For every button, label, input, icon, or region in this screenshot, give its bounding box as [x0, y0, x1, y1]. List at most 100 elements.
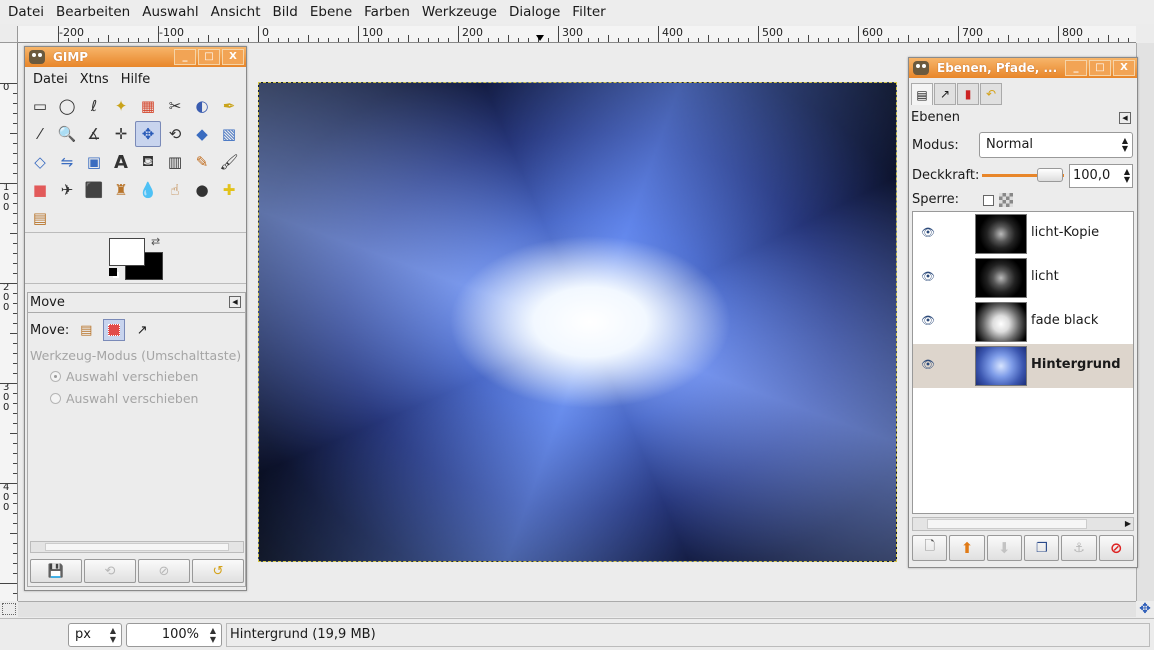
toolbox-menu-hilfe[interactable]: Hilfe: [115, 72, 157, 87]
zoom-icon[interactable]: 🔍: [54, 121, 80, 147]
default-colors-icon[interactable]: [109, 268, 117, 276]
heal-icon[interactable]: ✚: [216, 177, 242, 203]
quickmask-icon[interactable]: [2, 603, 16, 615]
menu-farben[interactable]: Farben: [358, 4, 416, 20]
horizontal-scrollbar[interactable]: [18, 601, 1136, 617]
tab-undo-icon[interactable]: ↶: [980, 83, 1002, 105]
toolbox-titlebar[interactable]: GIMP _ □ X: [25, 47, 246, 67]
measure-icon[interactable]: ∡: [81, 121, 107, 147]
eraser-icon[interactable]: ■: [27, 177, 53, 203]
radio-dot[interactable]: [50, 371, 61, 382]
shear-icon[interactable]: ▧: [216, 121, 242, 147]
perspective-icon[interactable]: ◇: [27, 149, 53, 175]
menu-dialoge[interactable]: Dialoge: [503, 4, 566, 20]
rotate-icon[interactable]: ⟲: [162, 121, 188, 147]
layer-row[interactable]: 👁 licht: [913, 256, 1133, 300]
panel-menu-icon[interactable]: ◀: [229, 296, 241, 308]
maximize-button[interactable]: □: [1089, 60, 1111, 76]
menu-ebene[interactable]: Ebene: [304, 4, 358, 20]
foreground-color[interactable]: [109, 238, 145, 266]
clone-icon[interactable]: ♜: [108, 177, 134, 203]
blur-icon[interactable]: 💧: [135, 177, 161, 203]
rect-select-icon[interactable]: ▭: [27, 93, 53, 119]
navigate-icon[interactable]: ✥: [1138, 602, 1152, 616]
maximize-button[interactable]: □: [198, 49, 220, 65]
move-selection-button[interactable]: [103, 319, 126, 341]
panel-menu-icon[interactable]: ◀: [1119, 112, 1131, 124]
image-canvas[interactable]: [258, 82, 897, 562]
layers-titlebar[interactable]: Ebenen, Pfade, ... _ □ X: [909, 58, 1137, 78]
move-layer-icon[interactable]: ▤: [75, 319, 97, 341]
scroll-right-icon[interactable]: ▶: [1125, 519, 1131, 528]
perspective-clone-icon[interactable]: ▤: [27, 205, 53, 231]
lower-layer-icon[interactable]: ⬇: [986, 535, 1022, 561]
color-select-icon[interactable]: ▦: [135, 93, 161, 119]
cage-icon[interactable]: ▣: [81, 149, 107, 175]
swap-colors-icon[interactable]: ⇄: [151, 235, 160, 248]
radio-option-1[interactable]: Auswahl verschieben: [50, 369, 198, 384]
text-icon[interactable]: A: [108, 149, 134, 175]
fuzzy-select-icon[interactable]: ✦: [108, 93, 134, 119]
menu-ansicht[interactable]: Ansicht: [205, 4, 267, 20]
ink-icon[interactable]: ⬛: [81, 177, 107, 203]
new-layer-icon[interactable]: 🗋: [912, 535, 948, 561]
radio-option-2[interactable]: Auswahl verschieben: [50, 391, 198, 406]
radio-dot[interactable]: [50, 393, 61, 404]
layer-row-selected[interactable]: 👁 Hintergrund: [913, 344, 1133, 388]
tab-layers-icon[interactable]: ▤: [911, 83, 933, 105]
unit-select[interactable]: px ▲ ▼: [68, 623, 122, 647]
menu-bearbeiten[interactable]: Bearbeiten: [50, 4, 136, 20]
crop-icon[interactable]: ✛: [108, 121, 134, 147]
color-picker-icon[interactable]: ⁄: [27, 121, 53, 147]
delete-options-icon[interactable]: ⊘: [138, 559, 190, 583]
smudge-icon[interactable]: ☝: [162, 177, 188, 203]
pencil-icon[interactable]: ✎: [189, 149, 215, 175]
eye-icon[interactable]: 👁: [921, 271, 935, 282]
move-icon[interactable]: ✥: [135, 121, 161, 147]
layer-row[interactable]: 👁 fade black: [913, 300, 1133, 344]
layers-scrollbar[interactable]: ▶: [912, 517, 1134, 531]
restore-options-icon[interactable]: ⟲: [84, 559, 136, 583]
lock-checkbox[interactable]: [983, 195, 994, 206]
dodge-burn-icon[interactable]: ●: [189, 177, 215, 203]
opacity-field[interactable]: 100,0 ▲ ▼: [1069, 164, 1133, 188]
toolbox-menu-datei[interactable]: Datei: [27, 72, 74, 87]
tool-options-scrollbar[interactable]: [30, 541, 244, 553]
ellipse-select-icon[interactable]: ◯: [54, 93, 80, 119]
horizontal-ruler[interactable]: -200 -100 0 100 200 300 400 500 600 700 …: [18, 26, 1136, 43]
raise-layer-icon[interactable]: ⬆: [949, 535, 985, 561]
flip-icon[interactable]: ⇋: [54, 149, 80, 175]
free-select-icon[interactable]: ℓ: [81, 93, 107, 119]
menu-filter[interactable]: Filter: [566, 4, 611, 20]
anchor-layer-icon[interactable]: ⚓: [1061, 535, 1097, 561]
vertical-ruler[interactable]: 0 1 0 0 2 0 0 3 0 0 4 0 0: [0, 43, 18, 601]
menu-werkzeuge[interactable]: Werkzeuge: [416, 4, 503, 20]
minimize-button[interactable]: _: [1065, 60, 1087, 76]
foreground-select-icon[interactable]: ◐: [189, 93, 215, 119]
scissors-icon[interactable]: ✂: [162, 93, 188, 119]
toolbox-menu-xtns[interactable]: Xtns: [74, 72, 115, 87]
paintbrush-icon[interactable]: 🖌: [216, 149, 242, 175]
menu-auswahl[interactable]: Auswahl: [136, 4, 204, 20]
zoom-select[interactable]: 100% ▲ ▼: [126, 623, 222, 647]
eye-icon[interactable]: 👁: [921, 315, 935, 326]
eye-icon[interactable]: 👁: [921, 359, 935, 370]
vertical-scrollbar[interactable]: [1136, 43, 1154, 601]
bucket-fill-icon[interactable]: ⛾: [135, 149, 161, 175]
mode-select[interactable]: Normal ▲ ▼: [979, 132, 1133, 158]
blend-icon[interactable]: ▥: [162, 149, 188, 175]
delete-layer-icon[interactable]: ⊘: [1098, 535, 1134, 561]
airbrush-icon[interactable]: ✈: [54, 177, 80, 203]
move-path-icon[interactable]: ↗: [131, 319, 153, 341]
paths-icon[interactable]: ✒: [216, 93, 242, 119]
eye-icon[interactable]: 👁: [921, 227, 935, 238]
reset-options-icon[interactable]: ↺: [192, 559, 244, 583]
ruler-corner[interactable]: [0, 26, 18, 43]
close-button[interactable]: X: [1113, 60, 1135, 76]
menu-datei[interactable]: Datei: [2, 4, 50, 20]
close-button[interactable]: X: [222, 49, 244, 65]
minimize-button[interactable]: _: [174, 49, 196, 65]
save-options-icon[interactable]: 💾: [30, 559, 82, 583]
layer-row[interactable]: 👁 licht-Kopie: [913, 212, 1133, 256]
scale-icon[interactable]: ◆: [189, 121, 215, 147]
